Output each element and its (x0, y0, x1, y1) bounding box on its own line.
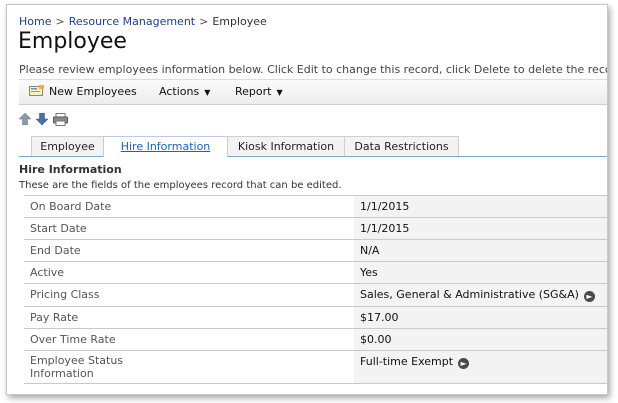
arrow-down-icon[interactable] (35, 112, 49, 128)
section-subtitle: These are the fields of the employees re… (19, 180, 342, 191)
page-title: Employee (18, 29, 127, 54)
table-row: Pricing Class Sales, General & Administr… (24, 284, 607, 307)
tab-data-restrictions[interactable]: Data Restrictions (344, 136, 459, 156)
table-row: On Board Date 1/1/2015 (24, 196, 607, 218)
field-label: Pricing Class (24, 284, 354, 306)
printer-icon[interactable] (53, 113, 68, 129)
tab-label: Employee (40, 140, 95, 153)
table-row: Over Time Rate $0.00 (24, 329, 607, 351)
tab-bar: Employee Hire Information Kiosk Informat… (19, 136, 607, 157)
field-value: N/A (354, 240, 607, 261)
row-spacer (194, 351, 354, 383)
field-label: Active (24, 262, 354, 283)
breadcrumb-resource-management-link[interactable]: Resource Management (69, 15, 195, 28)
table-row: Active Yes (24, 262, 607, 284)
section-title: Hire Information (19, 163, 122, 176)
field-label: Pay Rate (24, 307, 354, 328)
new-employees-label: New Employees (49, 85, 137, 98)
breadcrumb: Home > Resource Management > Employee (19, 15, 267, 28)
table-row: Pay Rate $17.00 (24, 307, 607, 329)
table-row: Start Date 1/1/2015 (24, 218, 607, 240)
caret-down-icon: ▼ (204, 88, 211, 97)
actions-label: Actions (159, 85, 200, 98)
new-employees-button[interactable]: New Employees (29, 85, 137, 98)
field-value: 1/1/2015 (354, 218, 607, 239)
field-label: End Date (24, 240, 354, 261)
tab-hire-information[interactable]: Hire Information (103, 136, 228, 157)
field-value: 1/1/2015 (354, 196, 607, 217)
app-window: Home > Resource Management > Employee Employ… (6, 4, 608, 395)
field-value: $17.00 (354, 307, 607, 328)
field-value: Sales, General & Administrative (SG&A) (360, 288, 579, 301)
breadcrumb-separator: > (199, 15, 209, 28)
tab-label: Hire Information (120, 140, 211, 153)
field-label: Start Date (24, 218, 354, 239)
field-value: Full-time Exempt (360, 355, 454, 368)
breadcrumb-current: Employee (212, 15, 267, 28)
field-label: Employee Status Information (24, 351, 194, 383)
arrow-right-circle-icon[interactable]: ► (583, 291, 595, 302)
new-record-icon (29, 85, 44, 96)
actions-menu[interactable]: Actions ▼ (159, 85, 210, 98)
field-label: Over Time Rate (24, 329, 354, 350)
tab-kiosk-information[interactable]: Kiosk Information (227, 136, 345, 156)
report-label: Report (235, 85, 272, 98)
caret-down-icon: ▼ (276, 88, 283, 97)
tab-label: Data Restrictions (354, 140, 449, 153)
report-menu[interactable]: Report ▼ (235, 85, 283, 98)
toolbar: New Employees Actions ▼ Report ▼ (19, 79, 607, 105)
tab-employee[interactable]: Employee (31, 136, 104, 156)
arrow-up-icon[interactable] (18, 112, 32, 128)
field-value: Yes (354, 262, 607, 283)
tab-label: Kiosk Information (237, 140, 335, 153)
field-label: On Board Date (24, 196, 354, 217)
breadcrumb-home-link[interactable]: Home (19, 15, 51, 28)
table-row: Employee Status Information Full-time Ex… (24, 351, 607, 384)
hire-information-table: On Board Date 1/1/2015 Start Date 1/1/20… (24, 195, 607, 384)
employee-status-value: Full-time Exempt ► (354, 351, 607, 383)
page-instructions: Please review employees information belo… (19, 63, 608, 76)
table-row: End Date N/A (24, 240, 607, 262)
breadcrumb-separator: > (55, 15, 65, 28)
pricing-class-value: Sales, General & Administrative (SG&A) ► (354, 284, 607, 306)
arrow-right-circle-icon[interactable]: ► (458, 358, 470, 369)
field-value: $0.00 (354, 329, 607, 350)
